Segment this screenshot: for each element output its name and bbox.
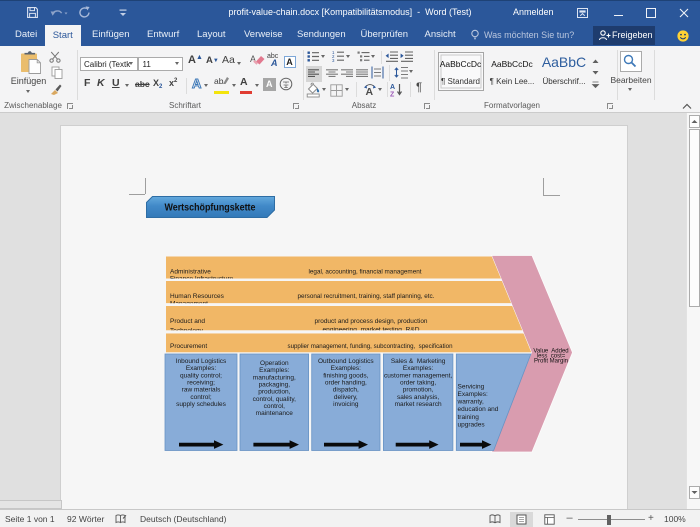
svg-text:supply schedules: supply schedules: [176, 401, 227, 408]
svg-text:Human Resources: Human Resources: [170, 293, 225, 300]
svg-text:Sales & Marketing: Sales & Marketing: [391, 358, 446, 365]
svg-text:invoicing: invoicing: [333, 401, 359, 408]
svg-text:Procurement: Procurement: [170, 343, 207, 350]
svg-text:education and: education and: [458, 406, 499, 413]
svg-text:control, quality,: control, quality,: [253, 396, 296, 403]
svg-text:product and process design, pr: product and process design, production: [315, 318, 428, 325]
svg-text:manufacturing,: manufacturing,: [253, 374, 296, 381]
svg-text:training: training: [458, 414, 480, 421]
svg-text:warranty,: warranty,: [457, 399, 484, 406]
svg-text:control,: control,: [264, 403, 286, 410]
svg-text:quality control;: quality control;: [180, 372, 222, 379]
svg-text:3: 3: [332, 58, 335, 62]
svg-text:customer management,: customer management,: [384, 372, 452, 379]
svg-text:A: A: [192, 76, 202, 90]
svg-text:raw materials: raw materials: [182, 387, 221, 394]
svg-text:engineering, market testing, R: engineering, market testing, R&D: [323, 326, 420, 333]
svg-text:Servicing: Servicing: [458, 383, 485, 390]
svg-text:supplier management, funding,: supplier management, funding, subcontrac…: [288, 343, 453, 350]
svg-text:Wertschöpfungskette: Wertschöpfungskette: [165, 203, 256, 214]
svg-text:Administrative: Administrative: [170, 268, 211, 275]
svg-text:Operation: Operation: [260, 360, 289, 367]
svg-text:legal, accounting, financial m: legal, accounting, financial management: [309, 268, 422, 275]
svg-text:packaging,: packaging,: [259, 382, 291, 389]
svg-text:market research: market research: [395, 401, 442, 408]
svg-text:Examples:: Examples:: [403, 365, 434, 372]
svg-text:dispatch,: dispatch,: [333, 387, 359, 394]
svg-text:Profit Margin: Profit Margin: [534, 359, 568, 365]
svg-text:order handing,: order handing,: [325, 380, 367, 387]
svg-text:Inbound Logistics: Inbound Logistics: [176, 358, 227, 365]
svg-text:Product and: Product and: [170, 318, 205, 325]
svg-text:promotion,: promotion,: [403, 387, 434, 394]
svg-text:Examples:: Examples:: [259, 367, 290, 374]
svg-text:sales analysis,: sales analysis,: [397, 394, 439, 401]
svg-text:Examples:: Examples:: [458, 391, 489, 398]
svg-text:Examples:: Examples:: [331, 365, 362, 372]
svg-text:control;: control;: [190, 394, 212, 401]
svg-text:Z: Z: [390, 92, 395, 98]
svg-text:maintenance: maintenance: [256, 410, 294, 417]
svg-text:delivery,: delivery,: [334, 394, 358, 401]
svg-text:Examples:: Examples:: [186, 365, 217, 372]
svg-text:A: A: [390, 84, 395, 91]
svg-text:finishing goods,: finishing goods,: [323, 372, 368, 379]
svg-text:production,: production,: [258, 389, 290, 396]
svg-text:personal recruitment, training: personal recruitment, training, staff pl…: [298, 293, 435, 300]
svg-text:Technology: Technology: [170, 327, 204, 334]
svg-text:receiving;: receiving;: [187, 380, 215, 387]
svg-text:upgrades: upgrades: [458, 421, 486, 428]
svg-text:Outbound Logistics: Outbound Logistics: [318, 358, 374, 365]
svg-text:order taking,: order taking,: [400, 380, 436, 387]
